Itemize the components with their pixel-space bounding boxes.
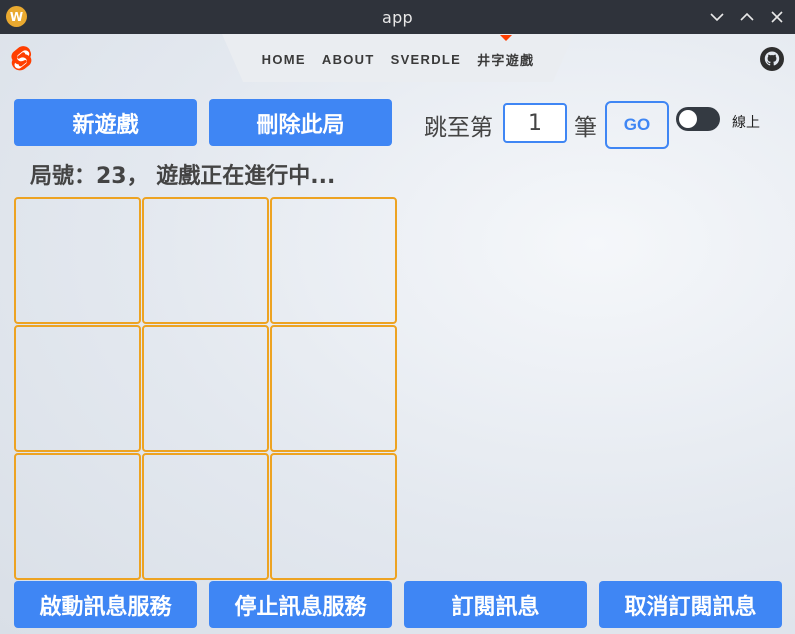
- toggle-knob: [679, 110, 697, 128]
- board-cell[interactable]: [142, 325, 269, 452]
- window-controls: [707, 0, 787, 34]
- top-nav: HOME ABOUT SVERDLE 井字遊戲: [222, 34, 574, 82]
- tictactoe-board: [14, 197, 398, 581]
- online-toggle[interactable]: [676, 107, 720, 131]
- unsubscribe-button[interactable]: 取消訂閱訊息: [599, 581, 782, 628]
- board-cell[interactable]: [14, 325, 141, 452]
- board-cell[interactable]: [142, 197, 269, 324]
- start-service-button[interactable]: 啟動訊息服務: [14, 581, 197, 628]
- chevron-down-icon[interactable]: [707, 7, 727, 27]
- subscribe-button[interactable]: 訂閱訊息: [404, 581, 587, 628]
- nav-tictactoe[interactable]: 井字遊戲: [469, 35, 542, 82]
- stop-service-button[interactable]: 停止訊息服務: [209, 581, 392, 628]
- close-icon[interactable]: [767, 7, 787, 27]
- nav-about[interactable]: ABOUT: [314, 35, 383, 82]
- online-label: 線上: [732, 115, 760, 131]
- board-cell[interactable]: [14, 197, 141, 324]
- jump-prefix-label: 跳至第: [424, 115, 493, 141]
- github-icon[interactable]: [759, 46, 785, 72]
- board-cell[interactable]: [14, 453, 141, 580]
- game-status: 局號：23， 遊戲正在進行中...: [30, 164, 336, 189]
- nav-home[interactable]: HOME: [254, 35, 314, 82]
- delete-game-button[interactable]: 刪除此局: [209, 99, 392, 146]
- app-logo-icon: W: [6, 6, 27, 27]
- window-title: app: [381, 7, 414, 27]
- board-cell[interactable]: [142, 453, 269, 580]
- svelte-logo-icon[interactable]: [10, 46, 34, 74]
- jump-suffix-label: 筆: [574, 115, 597, 141]
- jump-record-input[interactable]: [503, 103, 567, 143]
- board-cell[interactable]: [270, 325, 397, 452]
- board-cell[interactable]: [270, 453, 397, 580]
- app-content: HOME ABOUT SVERDLE 井字遊戲 新遊戲 刪除此局 跳至第 筆 G…: [0, 34, 795, 634]
- new-game-button[interactable]: 新遊戲: [14, 99, 197, 146]
- go-button[interactable]: GO: [605, 101, 669, 149]
- nav-sverdle[interactable]: SVERDLE: [383, 35, 470, 82]
- board-cell[interactable]: [270, 197, 397, 324]
- window-titlebar: W app: [0, 0, 795, 34]
- chevron-up-icon[interactable]: [737, 7, 757, 27]
